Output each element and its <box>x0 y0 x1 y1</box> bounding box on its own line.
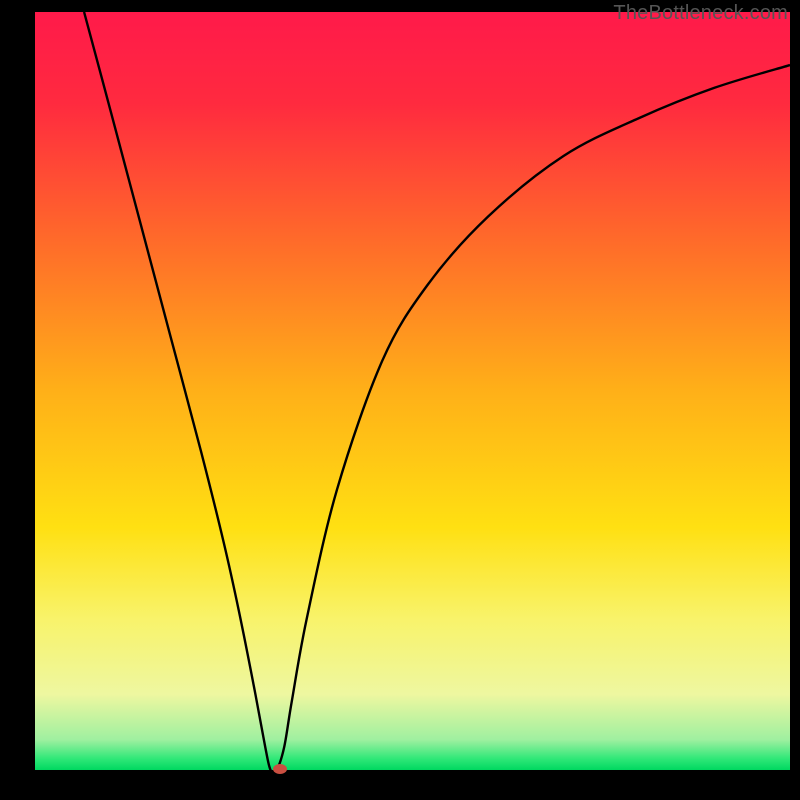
plot-area <box>35 12 790 770</box>
bottleneck-curve <box>35 12 790 770</box>
chart-frame <box>35 12 790 770</box>
watermark-text: TheBottleneck.com <box>613 2 788 25</box>
optimum-marker <box>273 764 287 774</box>
